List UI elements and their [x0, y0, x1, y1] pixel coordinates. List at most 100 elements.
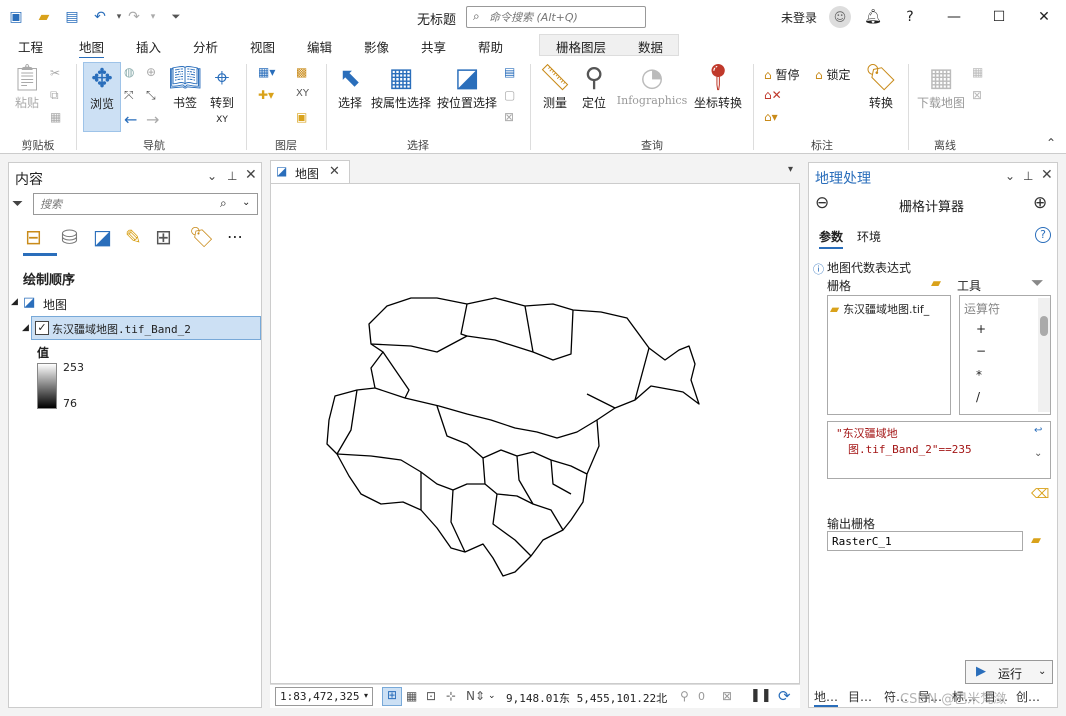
fixed-zoom-icon[interactable]: ⊕	[146, 65, 156, 79]
list-by-editing-icon[interactable]: ✎	[125, 225, 142, 249]
minimize-icon[interactable]: —	[942, 6, 966, 28]
contents-search[interactable]: ⌕ ⌄	[33, 193, 258, 215]
goto-xy-button[interactable]: ⌖ 转到 XY	[206, 62, 238, 125]
undo-icon[interactable]: ↶	[90, 7, 110, 27]
collapse-layer-icon[interactable]: ◢	[22, 323, 29, 333]
tab-environments[interactable]: 环境	[857, 228, 881, 245]
constraints-icon[interactable]: ⊹	[446, 689, 456, 703]
help-icon[interactable]: ?	[898, 6, 922, 28]
maximize-icon[interactable]: ☐	[987, 6, 1011, 28]
cut-icon[interactable]: ✂	[50, 66, 60, 80]
save-icon[interactable]: ▤	[62, 7, 82, 27]
operator-plus[interactable]: +	[976, 322, 986, 336]
new-project-icon[interactable]: ▣	[6, 7, 26, 27]
remove-offline-icon[interactable]: ⊠	[972, 88, 982, 102]
tab-edit[interactable]: 编辑	[307, 37, 332, 56]
operator-minus[interactable]: −	[976, 344, 986, 358]
north-arrow-icon[interactable]: N⇕	[466, 689, 485, 703]
scale-selector[interactable]: 1:83,472,325 ▾	[275, 687, 373, 706]
download-map-button[interactable]: ▦ 下载地图	[915, 62, 967, 111]
pane-options-icon[interactable]: ⌄	[1005, 169, 1015, 183]
pane-options-icon[interactable]: ⌄	[207, 169, 217, 183]
next-extent-icon[interactable]: →	[146, 110, 159, 129]
notification-bell-icon[interactable]: 🔔︎	[861, 6, 885, 28]
search-dropdown-icon[interactable]: ⌄	[242, 197, 250, 208]
list-by-snapping-icon[interactable]: ⊞	[155, 225, 172, 249]
map-node[interactable]: 地图	[43, 296, 67, 313]
unplaced-labels-icon[interactable]: ⌂✕	[764, 88, 782, 102]
close-pane-icon[interactable]: ✕	[245, 167, 257, 183]
basemap-icon[interactable]: ▦▾	[258, 65, 275, 79]
tab-data[interactable]: 数据	[638, 37, 663, 56]
bottom-tab-geoprocessing[interactable]: 地…	[814, 688, 839, 707]
login-status[interactable]: 未登录	[781, 9, 817, 26]
select-by-location-button[interactable]: ◪ 按位置选择	[436, 62, 498, 111]
previous-extent-icon[interactable]: ←	[124, 110, 137, 129]
redo-dropdown-icon[interactable]: ▾	[143, 7, 163, 27]
select-button[interactable]: ⬉ 选择	[333, 62, 367, 111]
filter-icon[interactable]: ⏷	[1031, 273, 1044, 293]
add-graphics-layer-icon[interactable]: ▣	[296, 110, 307, 124]
measure-button[interactable]: 📏︎ 测量	[537, 62, 573, 111]
grid-toggle-icon[interactable]: ⊞	[382, 687, 402, 706]
list-by-source-icon[interactable]: ⛁	[61, 225, 78, 249]
pause-labeling-button[interactable]: ⌂ 暂停	[764, 66, 799, 83]
clear-selection-icon[interactable]: ▢	[504, 88, 515, 102]
more-options-icon[interactable]: ⋯	[227, 227, 243, 246]
explore-button[interactable]: ✥ 浏览	[83, 62, 121, 132]
bottom-tab-create[interactable]: 创…	[1016, 688, 1040, 705]
convert-coordinates-button[interactable]: 📍︎ 坐标转换	[692, 62, 744, 111]
tab-parameters[interactable]: 参数	[819, 228, 844, 249]
add-preset-icon[interactable]: ✚▾	[258, 88, 274, 102]
browse-output-icon[interactable]: ▰	[1031, 533, 1041, 548]
layer-row-selected[interactable]: ◢ ✓ 东汉疆域地图.tif_Band_2	[22, 316, 261, 340]
filter-icon[interactable]: ⏷	[12, 196, 23, 212]
list-by-drawing-order-icon[interactable]: ⊟	[25, 225, 42, 249]
tab-help[interactable]: 帮助	[478, 37, 503, 56]
layer-visibility-checkbox[interactable]: ✓	[35, 321, 49, 335]
zoom-to-selection-icon[interactable]: ⊠	[504, 110, 514, 124]
run-dropdown-icon[interactable]: ⌄	[1038, 666, 1046, 677]
bookmarks-button[interactable]: 📖︎ 书签	[168, 62, 202, 111]
tab-insert[interactable]: 插入	[136, 37, 161, 56]
command-search-input[interactable]	[489, 9, 639, 25]
infographics-button[interactable]: ◔ Infographics	[614, 62, 690, 107]
add-tool-icon[interactable]: ⊕	[1033, 193, 1047, 213]
scroll-thumb[interactable]	[1040, 316, 1048, 336]
tab-raster-layer[interactable]: 栅格图层	[556, 37, 606, 56]
collapse-map-icon[interactable]: ◢	[11, 297, 18, 307]
bottom-tab-catalog[interactable]: 目…	[848, 688, 872, 705]
close-window-icon[interactable]: ✕	[1032, 6, 1056, 28]
scale-dropdown-icon[interactable]: ▾	[364, 691, 368, 700]
pin-pane-icon[interactable]: ⊥	[227, 169, 237, 183]
tab-project[interactable]: 工程	[18, 37, 43, 56]
globe-icon[interactable]: ◍	[124, 65, 134, 79]
copy-path-icon[interactable]: ▦	[50, 110, 61, 124]
tab-share[interactable]: 共享	[421, 37, 446, 56]
command-search[interactable]: ⌕	[466, 6, 646, 28]
convert-labels-button[interactable]: 🏷︎ 转换	[864, 62, 898, 111]
select-by-attributes-button[interactable]: ▦ 按属性选择	[370, 62, 432, 111]
redo-icon[interactable]: ↷	[124, 7, 144, 27]
refresh-icon[interactable]: ⟳	[778, 687, 791, 705]
output-raster-input[interactable]	[827, 531, 1023, 551]
operator-multiply[interactable]: *	[976, 368, 982, 382]
map-canvas[interactable]	[270, 183, 800, 684]
tab-view[interactable]: 视图	[250, 37, 275, 56]
tab-analysis[interactable]: 分析	[193, 37, 218, 56]
pin-pane-icon[interactable]: ⊥	[1023, 169, 1033, 183]
paste-button[interactable]: 📋︎ 粘贴	[10, 62, 44, 111]
zoom-out-fixed-icon[interactable]: ⤡	[146, 88, 156, 103]
map-view-tab[interactable]: ◪ 地图 ✕	[270, 160, 350, 184]
selected-features-icon[interactable]: ⚲	[680, 689, 689, 703]
operator-divide[interactable]: /	[976, 390, 980, 404]
add-data-icon[interactable]: ▩	[296, 65, 307, 79]
collapse-ribbon-icon[interactable]: ⌃	[1046, 136, 1056, 150]
copy-icon[interactable]: ⧉	[50, 88, 59, 103]
help-icon[interactable]: ?	[1035, 227, 1051, 243]
tab-map[interactable]: 地图	[79, 37, 105, 60]
full-extent-icon[interactable]: ⤧	[124, 88, 134, 103]
label-options-icon[interactable]: ⌂▾	[764, 110, 778, 124]
coord-dropdown-icon[interactable]: ⌄	[488, 691, 496, 701]
expression-editor[interactable]: "东汉疆域地 图.tif_Band_2"==235 ↩ ⌄	[827, 421, 1051, 479]
